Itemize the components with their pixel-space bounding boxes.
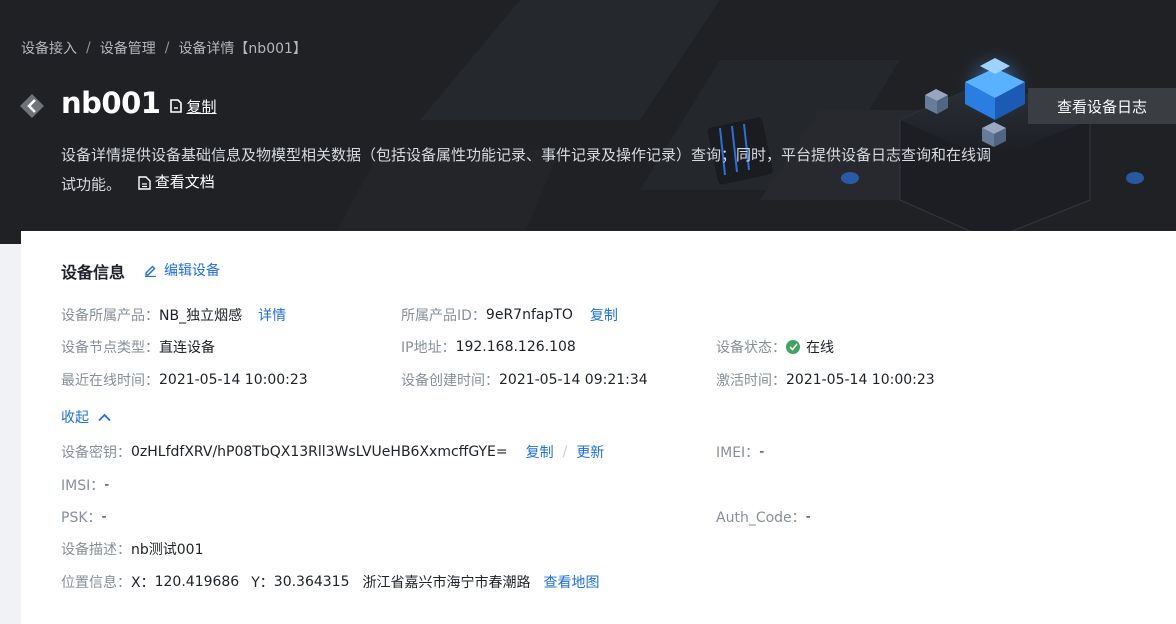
node-type-label: 设备节点类型：	[61, 340, 159, 356]
field-activated: 激活时间： 2021-05-14 10:00:23	[716, 370, 935, 390]
section-title: 设备信息	[61, 263, 126, 282]
x-label: X：	[131, 575, 155, 591]
address-value: 浙江省嘉兴市海宁市春潮路	[362, 575, 531, 591]
field-node-type: 设备节点类型： 直连设备	[61, 337, 215, 357]
field-product: 设备所属产品： NB_独立烟感 详情	[61, 305, 286, 325]
update-secret-link[interactable]: 更新	[576, 442, 604, 462]
field-imsi: IMSI： -	[61, 475, 109, 495]
copy-device-name-button[interactable]: 复制	[170, 96, 216, 117]
view-device-log-button[interactable]: 查看设备日志	[1028, 88, 1176, 124]
back-button[interactable]	[20, 94, 46, 118]
auth-code-value: -	[805, 509, 811, 525]
chevron-up-icon	[98, 413, 111, 421]
field-location: 位置信息： X： 120.419686 Y： 30.364315 浙江省嘉兴市海…	[61, 572, 600, 592]
y-label: Y：	[251, 575, 274, 591]
product-id-value: 9eR7nfapTO	[485, 307, 573, 323]
copy-label: 复制	[186, 97, 217, 116]
location-label: 位置信息：	[61, 575, 131, 591]
ip-label: IP地址：	[401, 340, 456, 356]
product-label: 设备所属产品：	[61, 308, 159, 324]
x-value: 120.419686	[154, 574, 240, 590]
last-online-value: 2021-05-14 10:00:23	[159, 372, 308, 388]
y-value: 30.364315	[273, 574, 350, 590]
view-docs-label: 查看文档	[154, 173, 215, 191]
created-value: 2021-05-14 09:21:34	[499, 372, 648, 388]
breadcrumb-current: 设备详情【nb001】	[178, 41, 307, 57]
node-type-value: 直连设备	[159, 340, 215, 356]
breadcrumb-device-access[interactable]: 设备接入	[21, 38, 77, 58]
secret-label: 设备密钥：	[61, 445, 131, 461]
last-online-label: 最近在线时间：	[61, 373, 159, 389]
breadcrumb: 设备接入 / 设备管理 / 设备详情【nb001】	[21, 38, 307, 58]
field-ip: IP地址： 192.168.126.108	[401, 337, 576, 357]
field-created: 设备创建时间： 2021-05-14 09:21:34	[401, 370, 648, 390]
online-check-icon	[786, 340, 800, 354]
psk-label: PSK：	[61, 510, 102, 526]
created-label: 设备创建时间：	[401, 373, 499, 389]
desc-value: nb测试001	[131, 542, 204, 558]
page-description: 设备详情提供设备基础信息及物模型相关数据（包括设备属性功能记录、事件记录及操作记…	[61, 142, 996, 199]
field-secret: 设备密钥： 0zHLfdfXRV/hP08TbQX13Rll3WsLVUeHB6…	[61, 442, 604, 462]
field-psk: PSK： -	[61, 507, 107, 527]
field-description: 设备描述： nb测试001	[61, 539, 203, 559]
secret-value: 0zHLfdfXRV/hP08TbQX13Rll3WsLVUeHB6Xxmcff…	[131, 444, 508, 460]
view-map-link[interactable]: 查看地图	[544, 572, 600, 592]
product-details-link[interactable]: 详情	[258, 305, 286, 325]
view-docs-link[interactable]: 查看文档	[138, 169, 215, 196]
title-row: nb001 复制	[61, 86, 216, 120]
psk-value: -	[101, 509, 107, 525]
back-arrow-icon	[20, 94, 44, 118]
field-imei: IMEI： -	[716, 442, 764, 462]
breadcrumb-separator: /	[164, 40, 170, 56]
breadcrumb-device-management[interactable]: 设备管理	[100, 38, 156, 58]
link-separator: /	[562, 444, 568, 460]
auth-code-label: Auth_Code：	[716, 510, 806, 526]
edit-device-label: 编辑设备	[164, 263, 220, 279]
page-header: 设备接入 / 设备管理 / 设备详情【nb001】 nb001 复制 设备详情提…	[0, 0, 1176, 244]
copy-secret-link[interactable]: 复制	[526, 442, 554, 462]
imei-label: IMEI：	[716, 445, 760, 461]
product-value: NB_独立烟感	[159, 308, 243, 324]
document-icon	[138, 175, 151, 190]
collapse-label: 收起	[61, 410, 89, 426]
collapse-toggle[interactable]: 收起	[61, 407, 111, 427]
imsi-label: IMSI：	[61, 478, 105, 494]
status-label: 设备状态：	[716, 340, 786, 356]
activated-label: 激活时间：	[716, 373, 786, 389]
desc-label: 设备描述：	[61, 542, 131, 558]
breadcrumb-separator: /	[86, 40, 91, 56]
page-title: nb001	[61, 86, 161, 120]
ip-value: 192.168.126.108	[455, 339, 576, 355]
field-last-online: 最近在线时间： 2021-05-14 10:00:23	[61, 370, 308, 390]
edit-pencil-icon	[145, 265, 156, 277]
activated-value: 2021-05-14 10:00:23	[786, 372, 935, 388]
product-id-label: 所属产品ID：	[401, 308, 486, 324]
device-info-card: 设备信息 编辑设备 设备所属产品： NB_独立烟感 详情 所属产品ID： 9eR…	[21, 231, 1176, 624]
imsi-value: -	[104, 477, 110, 493]
imei-value: -	[759, 444, 765, 460]
chip-illustration	[330, 0, 1144, 244]
status-value: 在线	[806, 340, 834, 356]
copy-icon	[170, 99, 183, 113]
field-auth-code: Auth_Code： -	[716, 507, 811, 527]
edit-device-button[interactable]: 编辑设备	[144, 260, 220, 280]
field-status: 设备状态： 在线	[716, 337, 834, 357]
copy-product-id-link[interactable]: 复制	[590, 305, 618, 325]
field-product-id: 所属产品ID： 9eR7nfapTO 复制	[401, 305, 618, 325]
